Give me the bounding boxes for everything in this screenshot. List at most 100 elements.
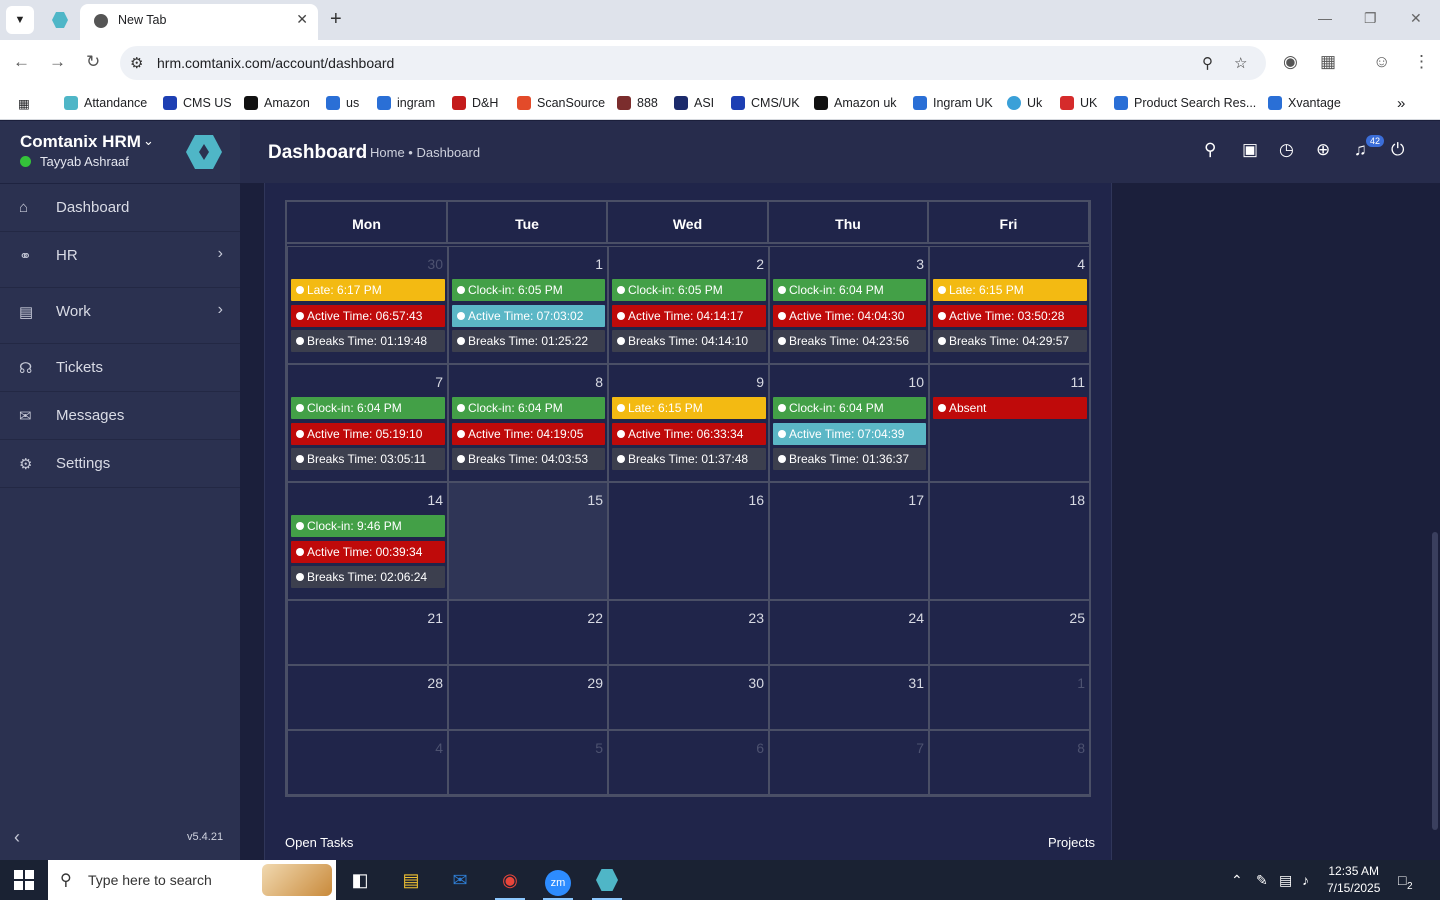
calendar-day-cell[interactable]: 23 (608, 600, 769, 665)
calendar-day-cell[interactable]: 7 (769, 730, 929, 795)
attendance-event[interactable]: Clock-in: 9:46 PM (291, 515, 445, 537)
attendance-event[interactable]: Active Time: 07:04:39 (773, 422, 926, 445)
calendar-day-cell[interactable]: 4 (287, 730, 448, 795)
calendar-day-cell[interactable]: 15 (448, 482, 608, 600)
calendar-day-cell[interactable]: 18 (929, 482, 1090, 600)
calendar-day-cell[interactable]: 22 (448, 600, 608, 665)
apps-icon[interactable]: ▦ (18, 93, 30, 113)
action-center-icon[interactable]: □ (1398, 872, 1406, 888)
bell-icon[interactable]: ♫ (1354, 140, 1367, 160)
restore-button[interactable]: ❐ (1364, 10, 1377, 27)
bookmark-amazon[interactable]: Amazon (244, 93, 310, 113)
attendance-event[interactable]: Clock-in: 6:04 PM (291, 397, 445, 419)
calendar-day-cell[interactable]: 16 (608, 482, 769, 600)
attendance-event[interactable]: Breaks Time: 01:37:48 (612, 448, 766, 470)
volume-icon[interactable]: ♪ (1302, 872, 1309, 888)
attendance-event[interactable]: Breaks Time: 01:36:37 (773, 448, 926, 470)
translate-icon[interactable]: ◉ (1283, 52, 1298, 72)
calendar-day-cell[interactable]: 14 Clock-in: 9:46 PM Active Time: 00:39:34… (287, 482, 448, 600)
power-icon[interactable]: ⏻ (1391, 140, 1404, 160)
calendar-day-cell[interactable]: 10 Clock-in: 6:04 PM Active Time: 07:04:39… (769, 364, 929, 482)
address-bar[interactable]: ⚙ hrm.comtanix.com/account/dashboard ⚲ ☆ (120, 46, 1266, 80)
calendar-day-cell[interactable]: 5 (448, 730, 608, 795)
attendance-event[interactable]: Breaks Time: 02:06:24 (291, 566, 445, 588)
calendar-day-cell[interactable]: 8 (929, 730, 1090, 795)
calendar-day-cell[interactable]: 21 (287, 600, 448, 665)
comtanix-app-icon[interactable] (592, 866, 622, 900)
breadcrumb[interactable]: Home • Dashboard (370, 145, 480, 160)
minimize-button[interactable]: — (1318, 10, 1332, 26)
tab-search-dropdown[interactable]: ▼ (6, 6, 34, 34)
search-icon[interactable]: ⚲ (1204, 140, 1216, 160)
attendance-event[interactable]: Breaks Time: 01:19:48 (291, 330, 445, 352)
calendar-day-cell[interactable]: 11 Absent (929, 364, 1090, 482)
calendar-day-cell[interactable]: 9 Late: 6:15 PM Active Time: 06:33:34 Break… (608, 364, 769, 482)
clock-icon[interactable]: ◷ (1279, 140, 1294, 160)
clock[interactable]: 12:35 AM 7/15/2025 (1327, 863, 1380, 897)
more-bookmarks-icon[interactable]: » (1397, 93, 1405, 113)
location-icon[interactable]: ⚲ (1202, 54, 1213, 72)
forward-button[interactable]: → (49, 52, 66, 72)
sidebar-item-tickets[interactable]: ☊ Tickets (0, 344, 240, 392)
bookmark-star-icon[interactable]: ☆ (1234, 54, 1247, 72)
calendar-day-cell[interactable]: 31 (769, 665, 929, 730)
calendar-day-cell[interactable]: 30 Late: 6:17 PM Active Time: 06:57:43 Brea… (287, 246, 448, 364)
chevron-down-icon[interactable]: ⌄ (143, 133, 154, 149)
calendar-day-cell[interactable]: 29 (448, 665, 608, 730)
attendance-event[interactable]: Active Time: 07:03:02 (452, 304, 605, 327)
tab-new-tab[interactable]: New Tab ✕ (80, 4, 318, 40)
task-view-icon[interactable]: ◧ (345, 866, 375, 894)
note-icon[interactable]: ▣ (1242, 140, 1258, 160)
attendance-event[interactable]: Clock-in: 6:04 PM (773, 397, 926, 419)
attendance-event[interactable]: Breaks Time: 04:23:56 (773, 330, 926, 352)
add-icon[interactable]: ⊕ (1316, 140, 1330, 160)
back-button[interactable]: ← (13, 52, 30, 72)
zoom-icon[interactable]: zm (543, 866, 573, 900)
bookmark-uk[interactable]: Uk (1007, 93, 1042, 113)
sidebar-item-work[interactable]: ▤ Work › (0, 288, 240, 344)
window-close-button[interactable]: ✕ (1410, 10, 1422, 27)
bookmark-xvantage[interactable]: Xvantage (1268, 93, 1341, 113)
calendar-day-cell[interactable]: 6 (608, 730, 769, 795)
attendance-event[interactable]: Active Time: 04:19:05 (452, 422, 605, 445)
attendance-event[interactable]: Active Time: 06:33:34 (612, 422, 766, 445)
site-settings-icon[interactable]: ⚙ (130, 54, 143, 72)
chrome-icon[interactable]: ◉ (495, 866, 525, 900)
bookmark-asi[interactable]: ASI (674, 93, 714, 113)
calendar-day-cell[interactable]: 17 (769, 482, 929, 600)
sidebar-item-settings[interactable]: ⚙ Settings (0, 440, 240, 488)
bookmark-cms-us[interactable]: CMS US (163, 93, 232, 113)
extensions-icon[interactable]: ▦ (1320, 52, 1336, 72)
attendance-event[interactable]: Active Time: 05:19:10 (291, 422, 445, 445)
attendance-event[interactable]: Absent (933, 397, 1087, 419)
attendance-event[interactable]: Clock-in: 6:05 PM (612, 279, 766, 301)
attendance-event[interactable]: Active Time: 00:39:34 (291, 540, 445, 563)
sidebar-item-hr[interactable]: ⚭ HR › (0, 232, 240, 288)
menu-icon[interactable]: ⋮ (1413, 52, 1430, 72)
new-tab-button[interactable]: + (330, 9, 342, 29)
bookmark-us[interactable]: us (326, 93, 359, 113)
sidebar-item-messages[interactable]: ✉ Messages (0, 392, 240, 440)
calendar-day-cell[interactable]: 28 (287, 665, 448, 730)
bookmark-uk-2[interactable]: UK (1060, 93, 1097, 113)
bookmark-ingram-uk[interactable]: Ingram UK (913, 93, 993, 113)
collapse-sidebar-icon[interactable]: ‹ (14, 827, 20, 848)
calendar-day-cell[interactable]: 24 (769, 600, 929, 665)
sidebar-item-dashboard[interactable]: ⌂ Dashboard (0, 184, 240, 232)
calendar-day-cell[interactable]: 7 Clock-in: 6:04 PM Active Time: 05:19:10 B… (287, 364, 448, 482)
attendance-event[interactable]: Clock-in: 6:05 PM (452, 279, 605, 301)
attendance-event[interactable]: Clock-in: 6:04 PM (452, 397, 605, 419)
attendance-event[interactable]: Late: 6:15 PM (612, 397, 766, 419)
attendance-event[interactable]: Breaks Time: 04:03:53 (452, 448, 605, 470)
calendar-day-cell[interactable]: 8 Clock-in: 6:04 PM Active Time: 04:19:05 B… (448, 364, 608, 482)
bookmark-scansource[interactable]: ScanSource (517, 93, 605, 113)
scrollbar-thumb[interactable] (1432, 532, 1438, 830)
taskbar-search[interactable]: ⚲ Type here to search (48, 860, 336, 900)
logo-icon[interactable] (186, 135, 222, 169)
bookmark-dh[interactable]: D&H (452, 93, 498, 113)
attendance-event[interactable]: Active Time: 03:50:28 (933, 304, 1087, 327)
attendance-event[interactable]: Breaks Time: 03:05:11 (291, 448, 445, 470)
profile-icon[interactable]: ☺ (1373, 52, 1390, 72)
url-text[interactable]: hrm.comtanix.com/account/dashboard (157, 55, 394, 71)
brand-name[interactable]: Comtanix HRM (20, 132, 141, 152)
